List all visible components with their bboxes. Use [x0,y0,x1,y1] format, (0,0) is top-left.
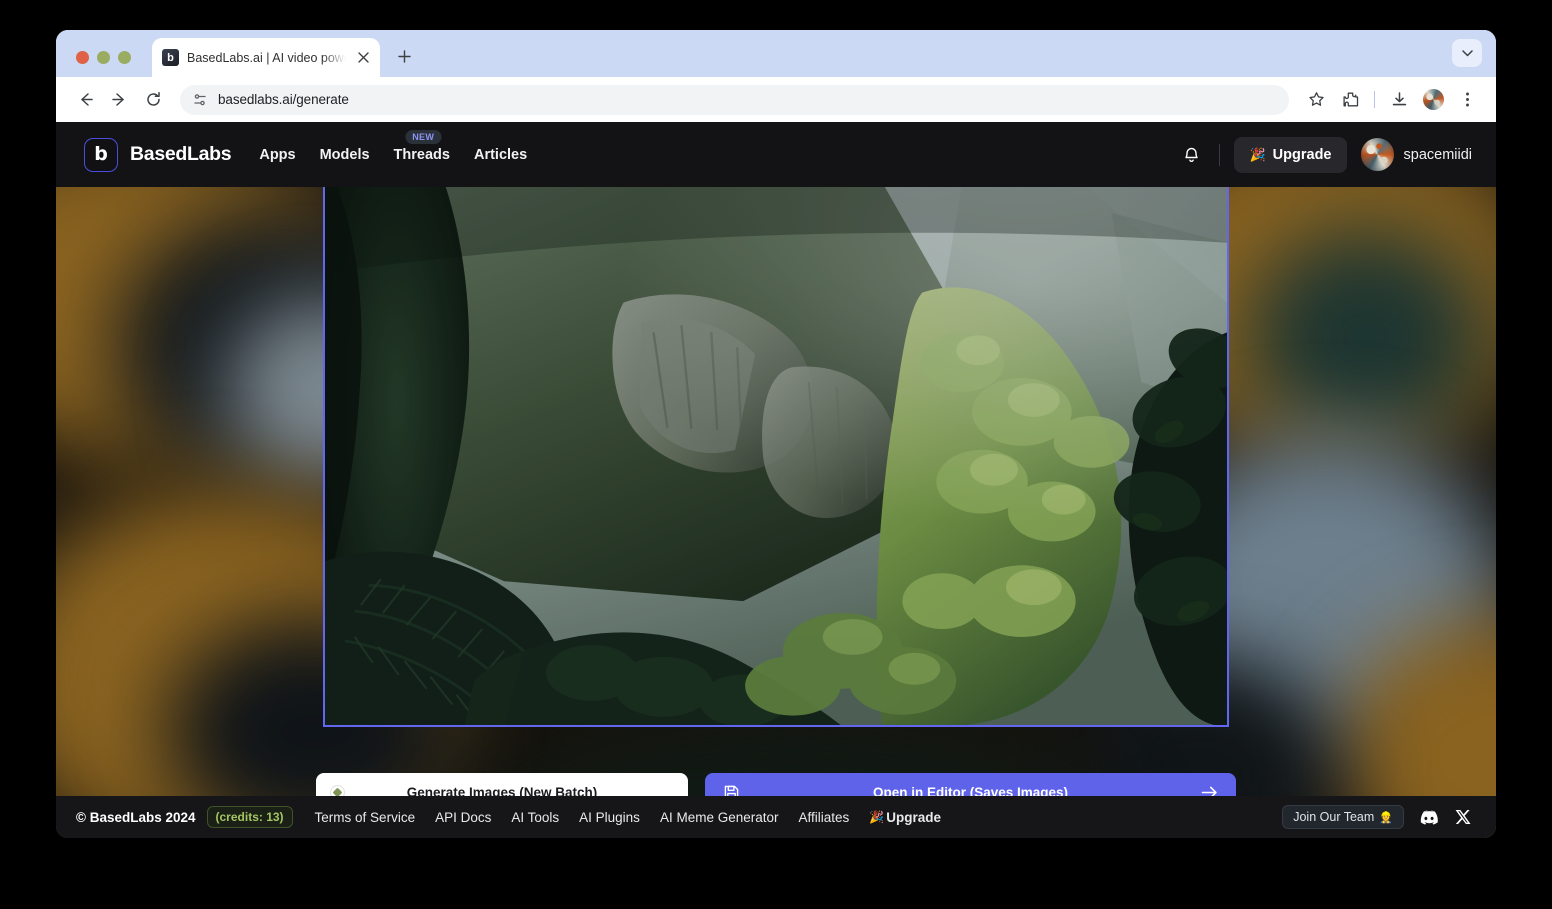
profile-avatar-icon[interactable] [1418,85,1448,115]
copyright-text: © BasedLabs 2024 [76,809,196,825]
x-twitter-icon[interactable] [1452,806,1474,828]
nav-item-articles[interactable]: Articles [474,147,527,163]
credits-badge: (credits: 13) [206,806,293,828]
basedlabs-logo-icon: b [84,137,118,172]
new-badge: NEW [405,129,442,144]
forward-arrow-icon[interactable] [104,85,134,115]
header-divider [1219,143,1221,166]
close-window-button[interactable] [76,51,89,64]
generation-stage [56,181,1496,838]
footer-link-ai-plugins[interactable]: AI Plugins [579,810,640,825]
footer-link-upgrade[interactable]: 🎉 Upgrade [869,810,941,825]
upgrade-button[interactable]: 🎉 Upgrade [1234,136,1347,173]
minimize-window-button[interactable] [97,51,110,64]
header-right: 🎉 Upgrade spacemiidi [1177,136,1473,173]
site-footer: © BasedLabs 2024 (credits: 13) Terms of … [56,796,1496,838]
join-our-team-button[interactable]: Join Our Team 👷 [1282,805,1404,829]
footer-link-affiliates[interactable]: Affiliates [798,810,849,825]
plus-icon[interactable] [392,44,416,68]
notification-bell-icon[interactable] [1177,141,1205,169]
party-popper-icon: 🎉 [869,810,885,824]
nav-item-models[interactable]: Models [320,147,370,163]
footer-links: Terms of Service API Docs AI Tools AI Pl… [315,810,941,825]
site-settings-icon[interactable] [192,92,208,108]
construction-worker-icon: 👷 [1379,811,1393,824]
reload-icon[interactable] [138,85,168,115]
browser-tab[interactable]: b BasedLabs.ai | AI video powe [152,38,380,77]
avatar [1360,138,1394,171]
user-menu[interactable]: spacemiidi [1360,138,1473,171]
browser-window: b BasedLabs.ai | AI video powe basedlabs… [56,30,1496,838]
footer-upgrade-label: Upgrade [886,809,941,825]
brand-logo[interactable]: b BasedLabs [84,137,232,172]
puzzle-piece-icon[interactable] [1335,85,1365,115]
party-popper-icon: 🎉 [1249,146,1266,162]
maximize-window-button[interactable] [118,51,131,64]
footer-link-api-docs[interactable]: API Docs [435,810,491,825]
brand-name: BasedLabs [130,143,232,165]
download-icon[interactable] [1384,85,1414,115]
three-dot-menu-icon[interactable] [1452,85,1482,115]
site-header: b BasedLabs Apps Models NEW Threads Arti… [56,122,1496,187]
back-arrow-icon[interactable] [70,85,100,115]
generated-image-card[interactable] [323,181,1229,727]
user-name: spacemiidi [1403,146,1473,163]
upgrade-button-label: Upgrade [1272,146,1332,163]
favicon-glyph: b [167,51,174,64]
chevron-down-icon[interactable] [1452,39,1482,67]
nav-item-threads-label: Threads [393,146,450,163]
tab-title: BasedLabs.ai | AI video powe [187,50,346,65]
url-text: basedlabs.ai/generate [218,92,349,107]
generated-image [325,183,1227,725]
footer-link-ai-tools[interactable]: AI Tools [511,810,559,825]
toolbar-divider [1374,91,1375,108]
join-our-team-label: Join Our Team [1293,810,1375,824]
window-traffic-lights [76,51,131,64]
basedlabs-favicon: b [162,49,179,66]
footer-right: Join Our Team 👷 [1282,805,1474,829]
main-nav: Apps Models NEW Threads Articles [259,129,527,163]
nav-item-apps[interactable]: Apps [259,147,295,163]
browser-tab-strip: b BasedLabs.ai | AI video powe [56,30,1496,77]
page-content: b BasedLabs Apps Models NEW Threads Arti… [56,122,1496,838]
address-bar[interactable]: basedlabs.ai/generate [180,84,1289,115]
discord-icon[interactable] [1417,806,1439,828]
logo-glyph: b [94,143,108,165]
footer-link-terms-of-service[interactable]: Terms of Service [315,810,416,825]
avatar [1422,89,1444,110]
footer-link-ai-meme-generator[interactable]: AI Meme Generator [660,810,779,825]
star-icon[interactable] [1301,85,1331,115]
close-icon[interactable] [354,49,372,67]
nav-item-threads[interactable]: NEW Threads [393,129,450,163]
browser-toolbar: basedlabs.ai/generate [56,77,1496,122]
